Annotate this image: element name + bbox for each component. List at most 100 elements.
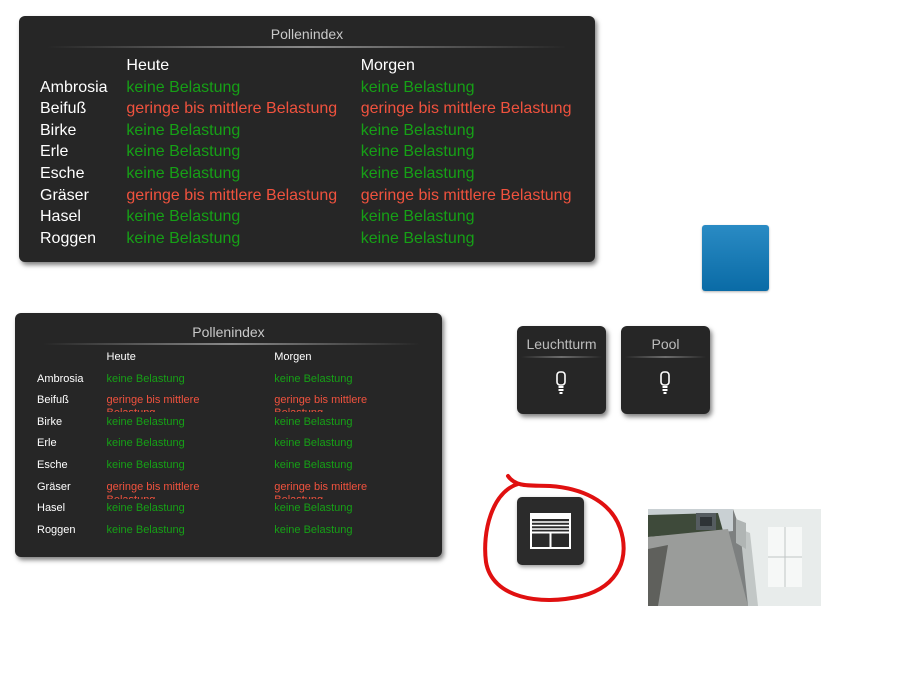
title-divider xyxy=(43,343,420,345)
table-row: Hasel keine Belastung keine Belastung xyxy=(19,206,595,228)
table-row: Roggen keine Belastung keine Belastung xyxy=(15,524,442,546)
pollen-level-today: keine Belastung xyxy=(107,502,275,524)
pollen-level-text: keine Belastung xyxy=(274,437,353,450)
pollen-level-today: keine Belastung xyxy=(126,143,241,161)
pollen-level-tomorrow: geringe bis mittlere Belastung xyxy=(360,100,572,118)
pollen-level-today: keine Belastung xyxy=(107,416,275,438)
pollen-level-tomorrow: keine Belastung xyxy=(274,459,442,481)
pollen-level-tomorrow: keine Belastung xyxy=(274,437,442,459)
plant-name: Roggen xyxy=(40,229,97,247)
pollen-level-tomorrow: keine Belastung xyxy=(360,143,475,161)
pollen-level-tomorrow: geringe bis mittlere Belastung xyxy=(360,186,572,204)
pollen-table: Heute Morgen Ambrosia keine Belastung kein… xyxy=(15,351,442,545)
pollen-level-text: keine Belastung xyxy=(274,502,353,515)
pollen-level-tomorrow: geringe bis mittlere Belastung xyxy=(274,394,442,416)
widget-title: Pollenindex xyxy=(192,324,265,340)
pollen-level-today: keine Belastung xyxy=(107,437,275,459)
camera-image xyxy=(648,509,821,606)
plant-name: Gräser xyxy=(37,480,71,493)
table-row: Birke keine Belastung keine Belastung xyxy=(19,120,595,142)
pollen-level-today: geringe bis mittlere Belastung xyxy=(107,481,275,503)
widget-title: Pollenindex xyxy=(270,26,344,42)
pollen-level-tomorrow: keine Belastung xyxy=(360,229,475,247)
table-row: Erle keine Belastung keine Belastung xyxy=(19,141,595,163)
header-today: Heute xyxy=(126,57,170,74)
pollen-level-text: keine Belastung xyxy=(106,458,185,471)
table-row: Beifuß geringe bis mittlere Belastung geri… xyxy=(15,394,442,416)
table-row: Birke keine Belastung keine Belastung xyxy=(15,416,442,438)
title-divider xyxy=(47,46,567,48)
pollen-widget-large: Pollenindex Heute Morgen Ambrosia keine B… xyxy=(19,16,595,262)
pollen-level-tomorrow: keine Belastung xyxy=(274,373,442,395)
pollen-level-text: keine Belastung xyxy=(106,523,185,536)
table-row: Hasel keine Belastung keine Belastung xyxy=(15,502,442,524)
table-row: Beifuß geringe bis mittlere Belastung geri… xyxy=(19,98,595,120)
table-row: Esche keine Belastung keine Belastung xyxy=(15,459,442,481)
pollen-level-today: keine Belastung xyxy=(126,164,241,182)
pollen-level-text: geringe bis mittlere Belastung xyxy=(106,394,200,412)
table-row: Esche keine Belastung keine Belastung xyxy=(19,163,595,185)
header-today: Heute xyxy=(106,351,136,363)
plant-name: Esche xyxy=(40,164,85,182)
pollen-level-text: keine Belastung xyxy=(106,437,185,450)
pollen-level-today: geringe bis mittlere Belastung xyxy=(107,394,275,416)
pollen-level-text: keine Belastung xyxy=(274,372,353,385)
table-row: Roggen keine Belastung keine Belastung xyxy=(19,228,595,250)
plant-name: Esche xyxy=(37,458,68,471)
lamp-button-leuchtturm[interactable]: Leuchtturm xyxy=(517,326,606,414)
plant-name: Erle xyxy=(37,437,57,450)
label-divider xyxy=(521,356,602,358)
header-tomorrow: Morgen xyxy=(360,57,415,74)
plant-name: Beifuß xyxy=(37,394,69,407)
pollen-level-today: keine Belastung xyxy=(107,373,275,395)
pollen-level-text: geringe bis mittlere Belastung xyxy=(274,480,368,499)
pollen-level-text: keine Belastung xyxy=(106,372,185,385)
plant-name: Gräser xyxy=(40,186,89,204)
label-divider xyxy=(625,356,706,358)
lamp-label: Pool xyxy=(651,336,680,352)
pollen-level-tomorrow: keine Belastung xyxy=(274,416,442,438)
pollen-level-tomorrow: keine Belastung xyxy=(360,164,475,182)
pollen-level-today: keine Belastung xyxy=(107,524,275,546)
header-plant xyxy=(19,55,126,77)
window-shutter-icon xyxy=(530,513,571,549)
lamp-button-pool[interactable]: Pool xyxy=(621,326,710,414)
plant-name: Hasel xyxy=(40,208,81,226)
pollen-level-text: keine Belastung xyxy=(106,415,185,428)
table-row: Ambrosia keine Belastung keine Belastung xyxy=(19,77,595,99)
pollen-level-today: keine Belastung xyxy=(126,229,241,247)
pollen-level-text: keine Belastung xyxy=(274,458,353,471)
table-row: Erle keine Belastung keine Belastung xyxy=(15,437,442,459)
pollen-level-tomorrow: keine Belastung xyxy=(360,208,475,226)
blue-tile-button[interactable] xyxy=(702,225,769,291)
pollen-table: Heute Morgen Ambrosia keine Belastung kein… xyxy=(19,55,595,249)
table-row: Ambrosia keine Belastung keine Belastung xyxy=(15,373,442,395)
lamp-label: Leuchtturm xyxy=(526,336,597,352)
lightbulb-icon xyxy=(660,371,670,394)
plant-name: Erle xyxy=(40,143,69,161)
pollen-level-tomorrow: keine Belastung xyxy=(360,78,475,96)
plant-name: Beifuß xyxy=(40,100,87,118)
pollen-level-today: keine Belastung xyxy=(107,459,275,481)
table-row: Gräser geringe bis mittlere Belastung geri… xyxy=(15,481,442,503)
pollen-level-text: keine Belastung xyxy=(274,415,353,428)
camera-snapshot[interactable] xyxy=(648,509,821,606)
pollen-level-today: keine Belastung xyxy=(126,121,241,139)
pollen-level-today: keine Belastung xyxy=(126,208,241,226)
pollen-level-text: keine Belastung xyxy=(274,523,353,536)
pollen-level-text: geringe bis mittlere Belastung xyxy=(274,394,368,412)
pollen-level-tomorrow: geringe bis mittlere Belastung xyxy=(274,481,442,503)
pollen-level-today: geringe bis mittlere Belastung xyxy=(126,100,338,118)
pollen-level-tomorrow: keine Belastung xyxy=(360,121,475,139)
pollen-level-text: keine Belastung xyxy=(106,502,185,515)
plant-name: Birke xyxy=(40,121,77,139)
shutter-button[interactable] xyxy=(517,497,584,565)
pollen-level-tomorrow: keine Belastung xyxy=(274,524,442,546)
header-plant xyxy=(15,351,107,373)
lightbulb-icon xyxy=(556,371,566,394)
pollen-level-text: geringe bis mittlere Belastung xyxy=(106,480,200,499)
plant-name: Birke xyxy=(37,415,63,428)
table-row: Gräser geringe bis mittlere Belastung geri… xyxy=(19,185,595,207)
plant-name: Roggen xyxy=(37,523,76,536)
pollen-level-tomorrow: keine Belastung xyxy=(274,502,442,524)
